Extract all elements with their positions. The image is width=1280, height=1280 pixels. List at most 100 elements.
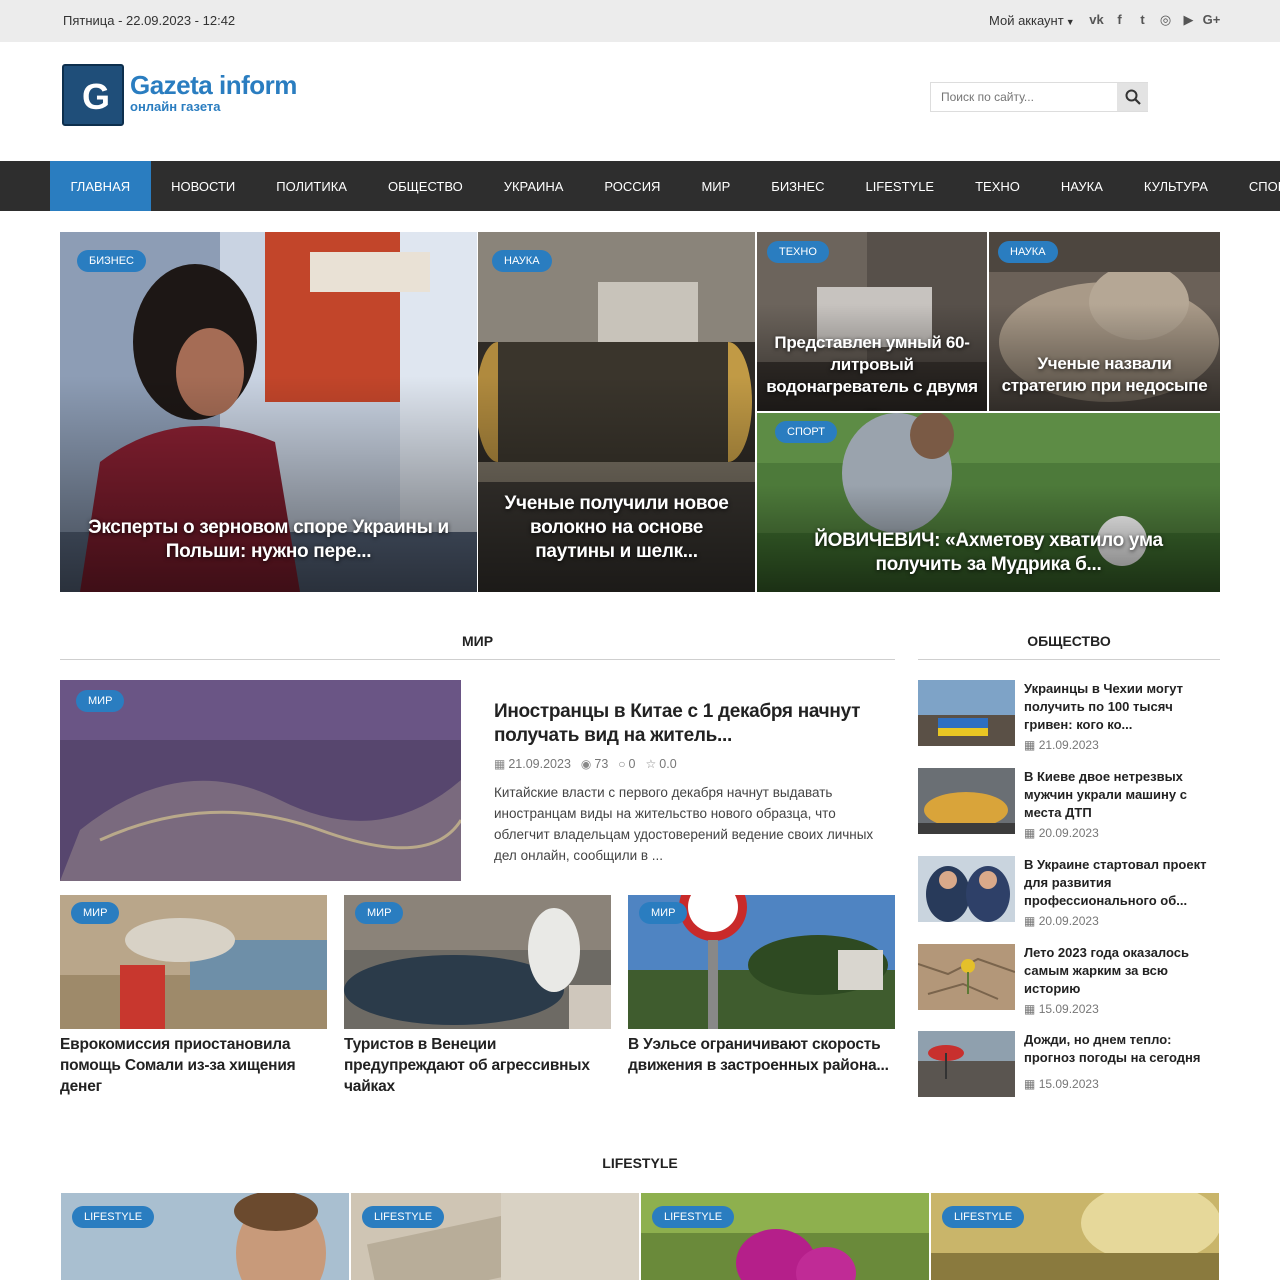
list-item-title[interactable]: Украинцы в Чехии могут получить по 100 т… [1024,680,1220,734]
list-item: Дожди, но днем тепло: прогноз погоды на … [918,1031,1220,1097]
logo-name: Gazeta inform [130,70,297,100]
nav-item-lifestyle[interactable]: Lifestyle [845,161,955,211]
featured-views: 73 [594,757,609,771]
hero-card-tech[interactable]: Техно Представлен умный 60-литровый водо… [757,232,987,411]
logo-tagline: онлайн газета [130,99,221,114]
category-badge[interactable]: Lifestyle [652,1206,735,1228]
views-meta: ◉ 73 [581,757,608,771]
youtube-icon[interactable]: ▶ [1180,11,1197,28]
nav-item-business[interactable]: Бизнес [751,161,845,211]
card-image[interactable]: Мир [628,895,895,1029]
instagram-icon[interactable]: ◎ [1157,11,1174,28]
list-item-thumb[interactable] [918,680,1015,746]
vk-icon[interactable]: vk [1088,11,1105,28]
section-divider [918,659,1220,660]
search-button[interactable] [1117,83,1148,111]
hero-title[interactable]: Ученые назвали стратегию при недосыпе [995,353,1214,397]
list-item-date-text: 21.09.2023 [1038,738,1099,752]
featured-title[interactable]: Иностранцы в Китае с 1 декабря начнут по… [494,700,874,748]
search-icon [1125,89,1141,105]
nav-item-world[interactable]: Мир [681,161,751,211]
featured-meta: ▦ 21.09.2023 ◉ 73 ○ 0 ☆ 0.0 [494,757,677,771]
hero-title[interactable]: ЙОВИЧЕВИЧ: «Ахметову хватило ума получит… [771,529,1206,577]
featured-photo [60,680,461,881]
list-item-thumb[interactable] [918,768,1015,834]
comments-meta: ○ 0 [618,757,635,771]
calendar-icon: ▦ [1024,826,1036,840]
category-badge[interactable]: Мир [71,902,120,924]
nav-item-home[interactable]: Главная [50,161,151,211]
hero-title[interactable]: Эксперты о зерновом споре Украины и Поль… [74,516,463,564]
card-image[interactable]: Мир [344,895,611,1029]
list-item-date-text: 15.09.2023 [1038,1077,1099,1091]
list-item-thumb[interactable] [918,856,1015,922]
category-badge[interactable]: Бизнес [77,250,146,272]
hero-card-science[interactable]: Наука Ученые получили новое волокно на о… [478,232,755,592]
nav-item-sport[interactable]: Спорт [1228,161,1280,211]
card-title[interactable]: В Уэльсе ограничивают скорость движения … [628,1034,900,1076]
category-badge[interactable]: Техно [767,241,829,263]
section-title-world[interactable]: Мир [60,633,895,649]
calendar-icon: ▦ [1024,738,1036,752]
eye-icon: ◉ [580,757,592,771]
list-item-title[interactable]: В Киеве двое нетрезвых мужчин украли маш… [1024,768,1220,822]
search-box [930,82,1148,112]
logo-mark: G [62,64,124,126]
list-item: В Украине стартовал проект для развития … [918,856,1220,928]
list-item-date: ▦ 15.09.2023 [1024,1077,1099,1091]
card-image[interactable]: Мир [60,895,327,1029]
category-badge[interactable]: Спорт [775,421,837,443]
list-item-title[interactable]: Дожди, но днем тепло: прогноз погоды на … [1024,1031,1220,1067]
calendar-icon: ▦ [1024,1077,1036,1091]
list-item-title[interactable]: В Украине стартовал проект для развития … [1024,856,1220,910]
category-badge[interactable]: Наука [998,241,1058,263]
nav-item-tech[interactable]: Техно [955,161,1041,211]
comment-icon: ○ [618,757,626,771]
card-title[interactable]: Туристов в Венеции предупреждают об агре… [344,1034,616,1097]
top-bar: Пятница - 22.09.2023 - 12:42 Мой аккаунт… [0,0,1280,42]
list-item-thumb[interactable] [918,1031,1015,1097]
category-badge[interactable]: Мир [355,902,404,924]
facebook-icon[interactable]: f [1111,11,1128,28]
nav-item-russia[interactable]: Россия [584,161,681,211]
lifestyle-card[interactable]: Lifestyle [351,1193,639,1280]
lifestyle-card[interactable]: Lifestyle [61,1193,349,1280]
search-input[interactable] [931,83,1117,111]
calendar-icon: ▦ [494,757,506,771]
nav-item-society[interactable]: Общество [367,161,483,211]
list-item: Лето 2023 года оказалось самым жарким за… [918,944,1220,1016]
lifestyle-card[interactable]: Lifestyle [641,1193,929,1280]
list-item-title[interactable]: Лето 2023 года оказалось самым жарким за… [1024,944,1220,998]
hero-card-science-2[interactable]: Наука Ученые назвали стратегию при недос… [989,232,1220,411]
featured-image[interactable]: Мир [60,680,461,881]
hero-card-business[interactable]: Бизнес Эксперты о зерновом споре Украины… [60,232,477,592]
section-title-society[interactable]: Общество [918,633,1220,649]
list-item-thumb[interactable] [918,944,1015,1010]
hero-title[interactable]: Ученые получили новое волокно на основе … [492,492,741,564]
hero-title[interactable]: Представлен умный 60-литровый водонагрев… [763,332,981,411]
category-badge[interactable]: Мир [639,902,688,924]
section-title-lifestyle[interactable]: Lifestyle [60,1155,1220,1171]
lifestyle-card[interactable]: Lifestyle [931,1193,1219,1280]
nav-item-ukraine[interactable]: Украина [483,161,584,211]
nav-item-news[interactable]: Новости [151,161,256,211]
nav-item-culture[interactable]: Культура [1123,161,1228,211]
social-links: vk f t ◎ ▶ G+ [1088,11,1220,28]
featured-excerpt: Китайские власти с первого декабря начну… [494,785,874,863]
logo-letter: G [82,76,111,117]
account-menu[interactable]: Мой аккаунт ▼ [989,13,1075,28]
category-badge[interactable]: Мир [76,690,125,712]
twitter-icon[interactable]: t [1134,11,1151,28]
date-meta: ▦ 21.09.2023 [494,757,571,771]
google-plus-icon[interactable]: G+ [1203,11,1221,28]
nav-item-politics[interactable]: Политика [256,161,368,211]
nav-item-science[interactable]: Наука [1040,161,1123,211]
category-badge[interactable]: Lifestyle [362,1206,445,1228]
hero-card-sport[interactable]: Спорт ЙОВИЧЕВИЧ: «Ахметову хватило ума п… [757,413,1220,592]
category-badge[interactable]: Наука [492,250,552,272]
card-title[interactable]: Еврокомиссия приостановила помощь Сомали… [60,1034,332,1097]
star-icon: ☆ [645,757,657,771]
category-badge[interactable]: Lifestyle [942,1206,1025,1228]
site-logo[interactable]: G Gazeta inform онлайн газета [62,64,310,128]
category-badge[interactable]: Lifestyle [72,1206,155,1228]
